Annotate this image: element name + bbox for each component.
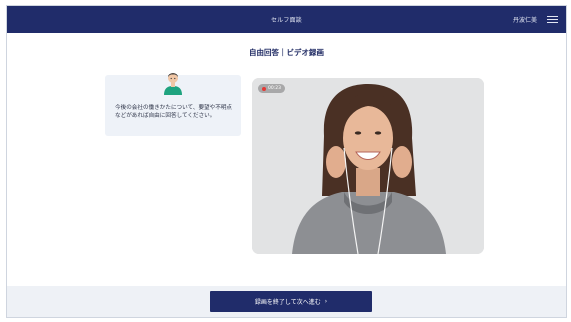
question-text: 今後の会社の働きかたについて、要望や不明点などがあれば自由に回答してください。: [115, 105, 233, 119]
chevron-right-icon: ›: [324, 298, 328, 305]
finish-recording-next-button[interactable]: 録画を終了して次へ進む ›: [210, 291, 372, 312]
app-frame: セルフ面談 丹波仁美 自由回答｜ビデオ録画 今後の会社の働きかたについて、要望や…: [6, 5, 567, 318]
top-bar: セルフ面談 丹波仁美: [7, 6, 566, 33]
header-title: セルフ面談: [270, 17, 302, 24]
interviewer-avatar-icon: [161, 69, 185, 95]
recording-time: 00:23: [268, 86, 281, 91]
video-preview: 00:23: [252, 78, 484, 254]
recording-dot-icon: [262, 86, 266, 91]
user-name[interactable]: 丹波仁美: [513, 15, 537, 24]
header-right: 丹波仁美: [513, 6, 558, 33]
hamburger-menu-icon[interactable]: [547, 16, 558, 23]
camera-feed-image: [252, 78, 484, 254]
next-button-label: 録画を終了して次へ進む: [254, 299, 321, 306]
page-title: 自由回答｜ビデオ録画: [249, 48, 324, 57]
footer-bar: 録画を終了して次へ進む ›: [7, 286, 566, 317]
recording-badge: 00:23: [258, 84, 285, 93]
